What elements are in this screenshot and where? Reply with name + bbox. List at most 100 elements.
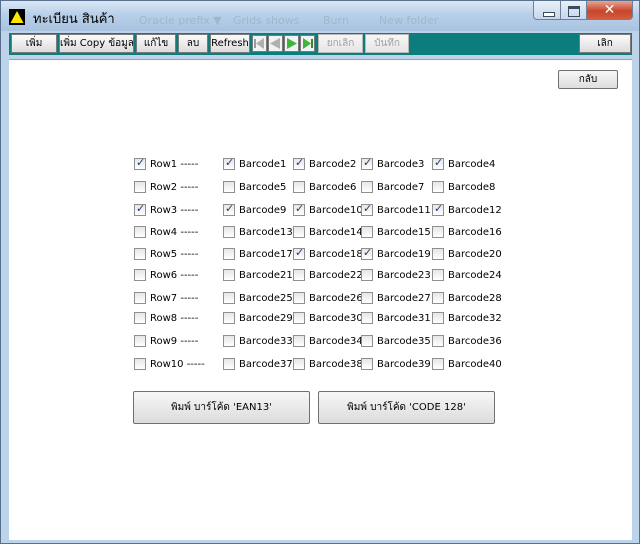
barcode-checkbox[interactable]: Barcode22 — [293, 268, 363, 282]
barcode-checkbox[interactable]: Barcode30 — [293, 311, 363, 325]
checkbox-unchecked[interactable] — [432, 226, 444, 238]
maximize-button[interactable] — [561, 1, 587, 20]
barcode-checkbox[interactable]: Barcode24 — [432, 268, 502, 282]
checkbox-unchecked[interactable] — [223, 226, 235, 238]
barcode-checkbox[interactable]: Barcode38 — [293, 357, 363, 371]
checkbox-unchecked[interactable] — [293, 226, 305, 238]
row-checkbox[interactable]: Row8 ----- — [134, 311, 198, 325]
checkbox-unchecked[interactable] — [223, 269, 235, 281]
barcode-checkbox[interactable]: Barcode37 — [223, 357, 293, 371]
barcode-checkbox[interactable]: Barcode36 — [432, 334, 502, 348]
barcode-checkbox[interactable]: Barcode3 — [361, 156, 424, 171]
checkbox-unchecked[interactable] — [432, 248, 444, 260]
checkbox-unchecked[interactable] — [361, 226, 373, 238]
checkbox-unchecked[interactable] — [432, 312, 444, 324]
checkbox-unchecked[interactable] — [293, 181, 305, 193]
add-button[interactable]: เพิ่ม — [11, 34, 57, 53]
add-copy-button[interactable]: เพิ่ม Copy ข้อมูล — [59, 34, 134, 53]
row-checkbox[interactable]: Row4 ----- — [134, 225, 198, 239]
checkbox-checked[interactable] — [432, 202, 444, 216]
checkbox-unchecked[interactable] — [293, 312, 305, 324]
barcode-checkbox[interactable]: Barcode5 — [223, 180, 286, 194]
checkbox-checked[interactable] — [223, 202, 235, 216]
checkbox-unchecked[interactable] — [293, 269, 305, 281]
barcode-checkbox[interactable]: Barcode35 — [361, 334, 431, 348]
exit-button[interactable]: เลิก — [579, 34, 631, 53]
checkbox-unchecked[interactable] — [223, 181, 235, 193]
barcode-checkbox[interactable]: Barcode29 — [223, 311, 293, 325]
barcode-checkbox[interactable]: Barcode9 — [223, 202, 286, 217]
row-checkbox[interactable]: Row6 ----- — [134, 268, 198, 282]
barcode-checkbox[interactable]: Barcode18 — [293, 246, 363, 261]
checkbox-unchecked[interactable] — [361, 269, 373, 281]
row-checkbox[interactable]: Row2 ----- — [134, 180, 198, 194]
edit-button[interactable]: แก้ไข — [136, 34, 176, 53]
barcode-checkbox[interactable]: Barcode8 — [432, 180, 495, 194]
checkbox-unchecked[interactable] — [361, 292, 373, 304]
row-checkbox[interactable]: Row7 ----- — [134, 291, 198, 305]
row-checkbox[interactable]: Row5 ----- — [134, 247, 198, 261]
barcode-checkbox[interactable]: Barcode15 — [361, 225, 431, 239]
checkbox-unchecked[interactable] — [293, 335, 305, 347]
checkbox-checked[interactable] — [432, 156, 444, 170]
checkbox-unchecked[interactable] — [134, 312, 146, 324]
title-bar[interactable]: ทะเบียน สินค้า Oracle prefix ▼ Grids sho… — [1, 1, 639, 31]
delete-button[interactable]: ลบ — [178, 34, 208, 53]
barcode-checkbox[interactable]: Barcode1 — [223, 156, 286, 171]
row-checkbox[interactable]: Row3 ----- — [134, 202, 198, 217]
barcode-checkbox[interactable]: Barcode11 — [361, 202, 431, 217]
checkbox-unchecked[interactable] — [432, 292, 444, 304]
barcode-checkbox[interactable]: Barcode26 — [293, 291, 363, 305]
checkbox-checked[interactable] — [361, 156, 373, 170]
checkbox-unchecked[interactable] — [223, 292, 235, 304]
save-button[interactable]: บันทึก — [365, 34, 409, 53]
row-checkbox[interactable]: Row10 ----- — [134, 357, 205, 371]
back-button[interactable]: กลับ — [558, 70, 618, 89]
barcode-checkbox[interactable]: Barcode32 — [432, 311, 502, 325]
row-checkbox[interactable]: Row1 ----- — [134, 156, 198, 171]
checkbox-checked[interactable] — [293, 202, 305, 216]
checkbox-checked[interactable] — [361, 202, 373, 216]
prev-record-button[interactable] — [268, 35, 283, 52]
checkbox-unchecked[interactable] — [293, 292, 305, 304]
print-ean13-button[interactable]: พิมพ์ บาร์โค้ด 'EAN13' — [133, 391, 310, 424]
barcode-checkbox[interactable]: Barcode19 — [361, 246, 431, 261]
barcode-checkbox[interactable]: Barcode6 — [293, 180, 356, 194]
first-record-button[interactable] — [252, 35, 267, 52]
row-checkbox[interactable]: Row9 ----- — [134, 334, 198, 348]
barcode-checkbox[interactable]: Barcode34 — [293, 334, 363, 348]
last-record-button[interactable] — [300, 35, 315, 52]
checkbox-checked[interactable] — [361, 246, 373, 260]
checkbox-unchecked[interactable] — [293, 358, 305, 370]
checkbox-unchecked[interactable] — [134, 269, 146, 281]
undo-button[interactable]: ยกเลิก — [318, 34, 363, 53]
barcode-checkbox[interactable]: Barcode39 — [361, 357, 431, 371]
checkbox-unchecked[interactable] — [134, 226, 146, 238]
refresh-button[interactable]: Refresh — [210, 34, 250, 53]
checkbox-unchecked[interactable] — [432, 269, 444, 281]
barcode-checkbox[interactable]: Barcode33 — [223, 334, 293, 348]
barcode-checkbox[interactable]: Barcode10 — [293, 202, 363, 217]
close-button[interactable]: ✕ — [587, 1, 633, 20]
checkbox-unchecked[interactable] — [134, 181, 146, 193]
barcode-checkbox[interactable]: Barcode13 — [223, 225, 293, 239]
checkbox-unchecked[interactable] — [361, 358, 373, 370]
checkbox-unchecked[interactable] — [134, 335, 146, 347]
checkbox-unchecked[interactable] — [432, 335, 444, 347]
checkbox-checked[interactable] — [293, 246, 305, 260]
barcode-checkbox[interactable]: Barcode17 — [223, 247, 293, 261]
checkbox-checked[interactable] — [223, 156, 235, 170]
checkbox-unchecked[interactable] — [134, 248, 146, 260]
barcode-checkbox[interactable]: Barcode25 — [223, 291, 293, 305]
checkbox-unchecked[interactable] — [134, 358, 146, 370]
checkbox-unchecked[interactable] — [361, 335, 373, 347]
checkbox-checked[interactable] — [134, 156, 146, 170]
checkbox-unchecked[interactable] — [432, 181, 444, 193]
barcode-checkbox[interactable]: Barcode40 — [432, 357, 502, 371]
checkbox-unchecked[interactable] — [223, 248, 235, 260]
checkbox-unchecked[interactable] — [361, 312, 373, 324]
checkbox-checked[interactable] — [293, 156, 305, 170]
barcode-checkbox[interactable]: Barcode2 — [293, 156, 356, 171]
checkbox-unchecked[interactable] — [432, 358, 444, 370]
barcode-checkbox[interactable]: Barcode31 — [361, 311, 431, 325]
